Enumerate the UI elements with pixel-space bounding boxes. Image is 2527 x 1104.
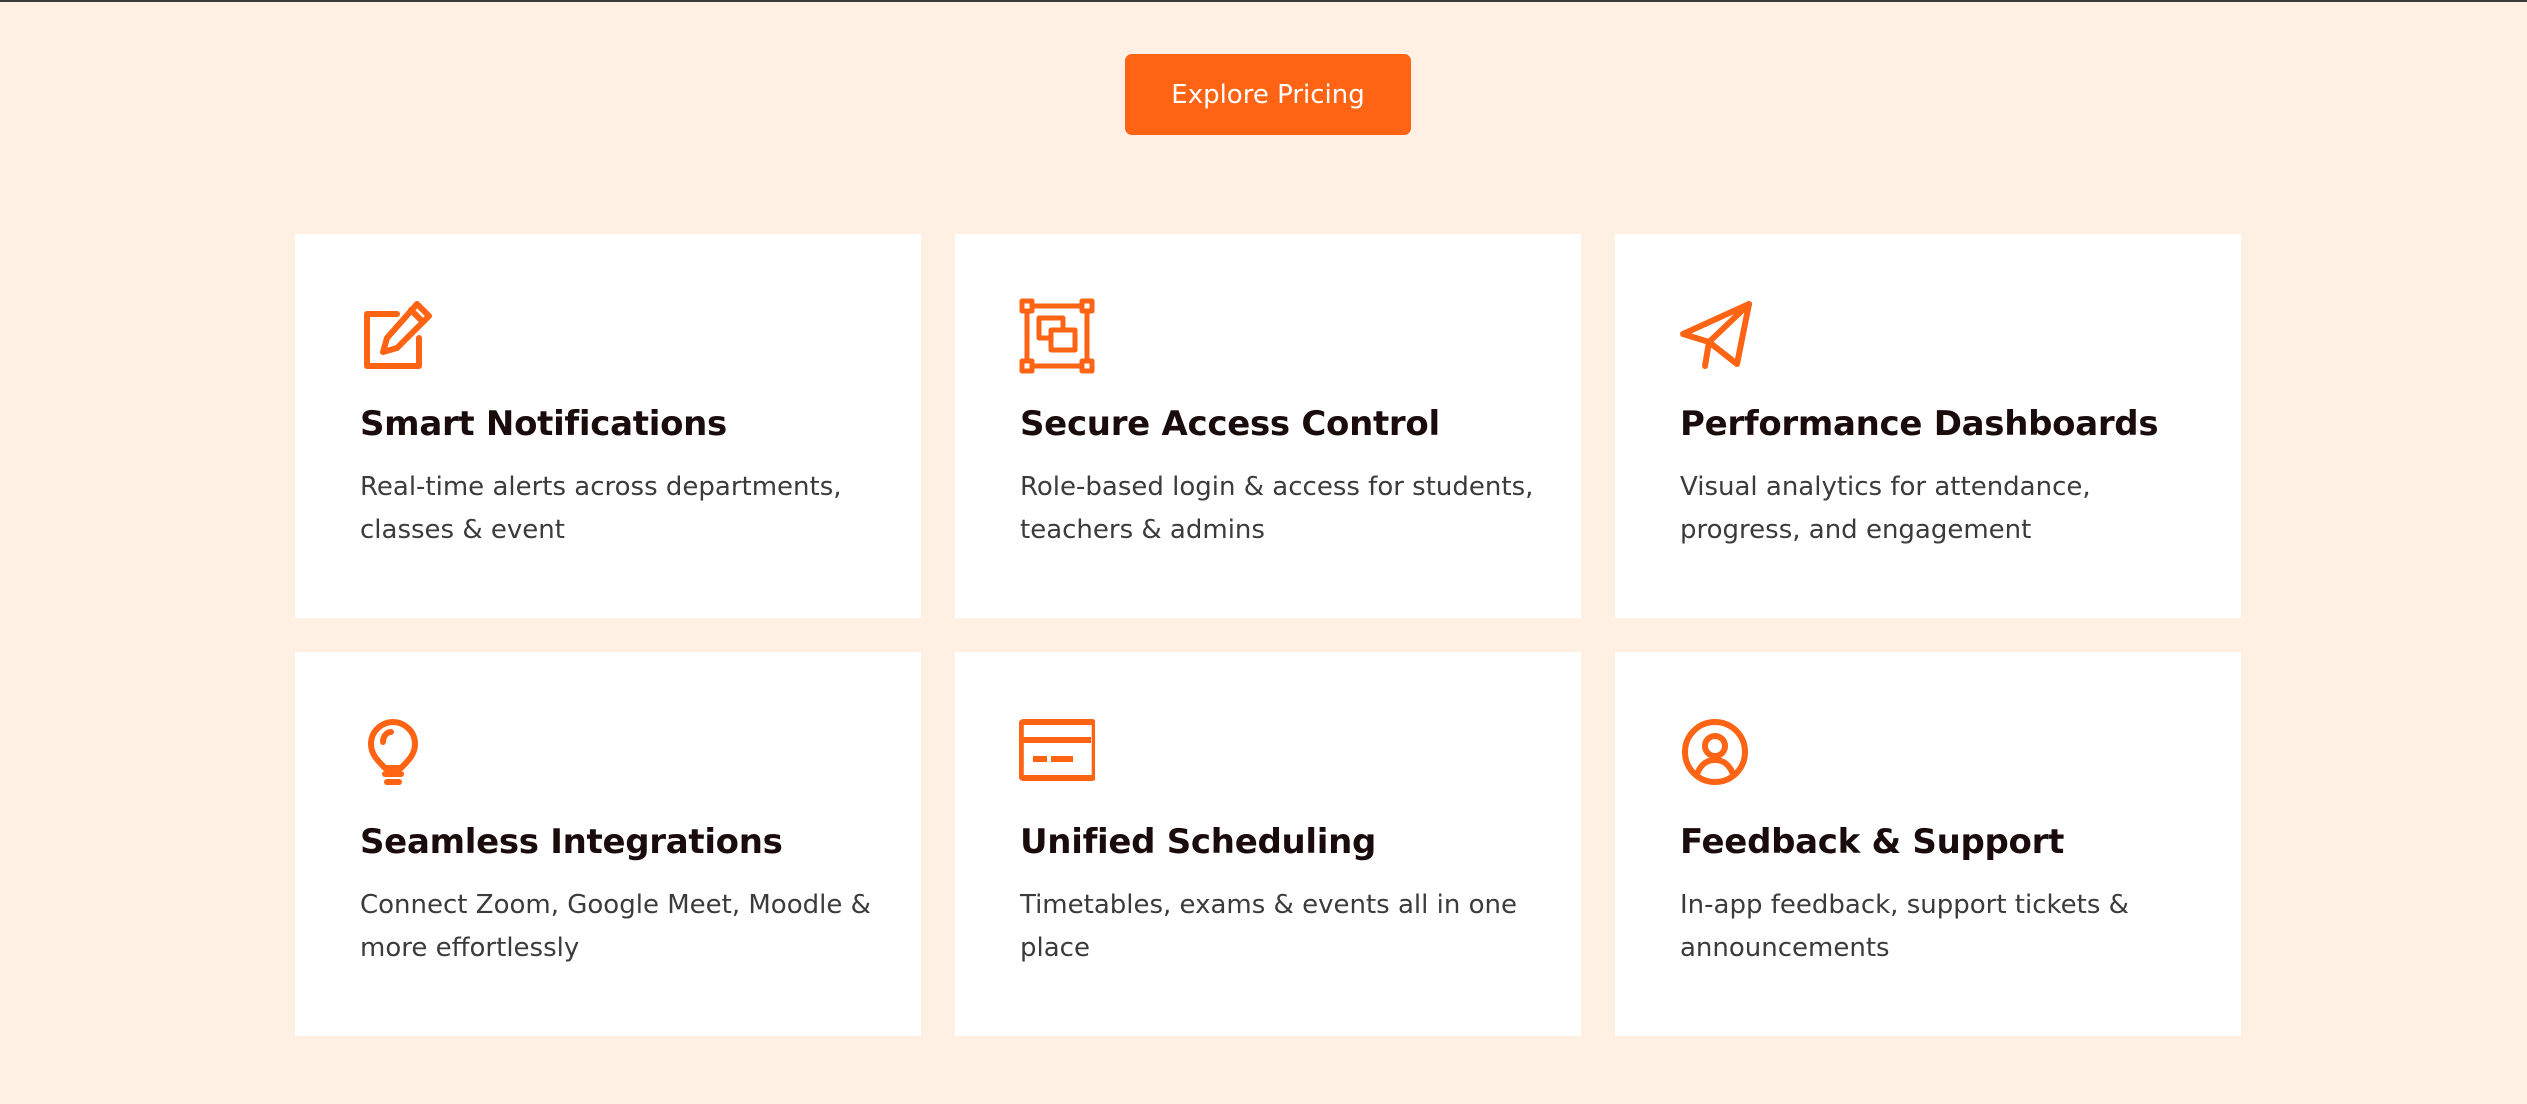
feature-description: Connect Zoom, Google Meet, Moodle & more… [360,890,871,963]
user-circle-icon [1679,716,1755,792]
feature-description: Role-based login & access for students, … [1020,472,1534,545]
feature-title: Secure Access Control [1020,404,1440,444]
paper-plane-icon [1679,298,1755,374]
feature-title: Smart Notifications [360,404,727,444]
feature-title: Seamless Integrations [360,822,783,862]
feature-title: Feedback & Support [1680,822,2065,862]
top-divider [0,0,2527,2]
feature-description: Visual analytics for attendance, progres… [1680,472,2091,545]
feature-card-smart-notifications: Smart Notifications Real-time alerts acr… [295,234,921,618]
feature-description: Real-time alerts across departments, cla… [360,472,842,545]
feature-title: Performance Dashboards [1680,404,2159,444]
feature-card-seamless-integrations: Seamless Integrations Connect Zoom, Goog… [295,652,921,1036]
feature-card-performance-dashboards: Performance Dashboards Visual analytics … [1615,234,2241,618]
lightbulb-icon [359,716,435,792]
feature-card-unified-scheduling: Unified Scheduling Timetables, exams & e… [955,652,1581,1036]
feature-description: In-app feedback, support tickets & annou… [1680,890,2129,963]
feature-title: Unified Scheduling [1020,822,1377,862]
edit-icon [359,298,435,374]
feature-card-secure-access-control: Secure Access Control Role-based login &… [955,234,1581,618]
explore-pricing-button[interactable]: Explore Pricing [1125,54,1411,135]
credit-card-icon [1019,716,1095,792]
feature-card-feedback-support: Feedback & Support In-app feedback, supp… [1615,652,2241,1036]
feature-description: Timetables, exams & events all in one pl… [1020,890,1517,963]
layers-frame-icon [1019,298,1095,374]
